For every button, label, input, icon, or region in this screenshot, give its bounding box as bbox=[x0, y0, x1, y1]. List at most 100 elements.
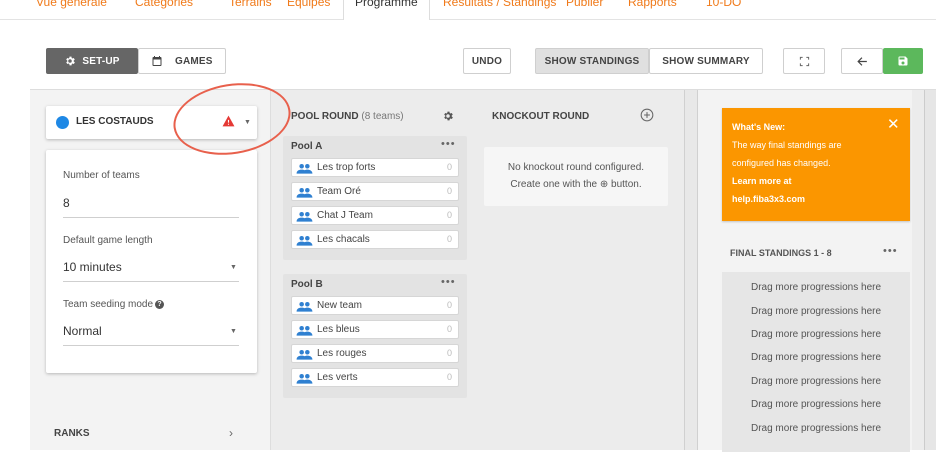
group-icon bbox=[296, 211, 313, 222]
seeding-label: Team seeding mode? bbox=[63, 299, 165, 310]
settings-card: Number of teams 8 Default game length 10… bbox=[46, 150, 257, 373]
team-name: Team Oré bbox=[317, 186, 361, 197]
games-button[interactable]: GAMES bbox=[138, 48, 226, 74]
team-name: Les rouges bbox=[317, 348, 367, 359]
nav-tab-overview[interactable]: Vue générale bbox=[36, 0, 107, 9]
scrollbar[interactable] bbox=[924, 90, 936, 450]
chevron-down-icon: ▼ bbox=[230, 264, 237, 271]
arrow-left-icon bbox=[856, 56, 867, 66]
team-name: Les verts bbox=[317, 372, 358, 383]
field-underline bbox=[63, 345, 239, 346]
fullscreen-button[interactable] bbox=[783, 48, 825, 74]
team-count: 0 bbox=[446, 348, 452, 358]
team-item[interactable]: New team 0 bbox=[291, 296, 459, 315]
team-name: Les chacals bbox=[317, 234, 370, 245]
final-standings-list: Drag more progressions here Drag more pr… bbox=[722, 272, 910, 452]
knockout-empty-state: No knockout round configured. Create one… bbox=[484, 147, 668, 206]
knockout-message-line1: No knockout round configured. bbox=[507, 162, 645, 173]
show-summary-button[interactable]: SHOW SUMMARY bbox=[649, 48, 763, 74]
seeding-select[interactable]: Normal bbox=[63, 324, 102, 338]
undo-button[interactable]: UNDO bbox=[463, 48, 511, 74]
gear-icon[interactable] bbox=[442, 110, 454, 122]
more-options-icon[interactable]: ••• bbox=[883, 245, 898, 257]
more-options-icon[interactable]: ••• bbox=[441, 138, 456, 150]
group-icon bbox=[296, 235, 313, 246]
group-icon bbox=[296, 187, 313, 198]
team-count: 0 bbox=[446, 210, 452, 220]
calendar-icon bbox=[152, 56, 162, 66]
team-item[interactable]: Les rouges 0 bbox=[291, 344, 459, 363]
knockout-message-line2: Create one with the ⊕ button. bbox=[510, 179, 642, 190]
group-icon bbox=[296, 349, 313, 360]
pool-card: Pool A ••• Les trop forts 0 Team Oré 0 C… bbox=[283, 136, 467, 260]
team-count: 0 bbox=[446, 234, 452, 244]
setup-button[interactable]: SET-UP bbox=[46, 48, 138, 74]
drop-zone[interactable]: Drag more progressions here bbox=[722, 376, 910, 387]
drop-zone[interactable]: Drag more progressions here bbox=[722, 423, 910, 434]
drop-zone[interactable]: Drag more progressions here bbox=[722, 306, 910, 317]
nav-tab-reports[interactable]: Rapports bbox=[628, 0, 677, 9]
nav-tab-teams[interactable]: Équipes bbox=[287, 0, 330, 9]
num-teams-field[interactable]: 8 bbox=[63, 196, 70, 210]
nav-tab-schedule[interactable]: Programme bbox=[343, 0, 430, 20]
team-item[interactable]: Les bleus 0 bbox=[291, 320, 459, 339]
drop-zone[interactable]: Drag more progressions here bbox=[722, 282, 910, 293]
nav-tab-todo[interactable]: 10-DO bbox=[706, 0, 741, 9]
nav-tab-courts[interactable]: Terrains bbox=[229, 0, 272, 9]
show-standings-button[interactable]: SHOW STANDINGS bbox=[535, 48, 649, 74]
pool-round-title: POOL ROUND (8 teams) bbox=[291, 111, 404, 122]
field-underline bbox=[63, 281, 239, 282]
team-name: Les bleus bbox=[317, 324, 360, 335]
pool-name: Pool A bbox=[291, 141, 323, 152]
team-name: Les trop forts bbox=[317, 162, 376, 173]
team-count: 0 bbox=[446, 324, 452, 334]
games-label: GAMES bbox=[175, 55, 213, 67]
team-item[interactable]: Team Oré 0 bbox=[291, 182, 459, 201]
team-selector-name: LES COSTAUDS bbox=[76, 116, 154, 127]
chevron-down-icon: ▼ bbox=[230, 328, 237, 335]
team-count: 0 bbox=[446, 162, 452, 172]
group-icon bbox=[296, 301, 313, 312]
whats-new-title: What's New: bbox=[732, 122, 786, 132]
ranks-section[interactable]: RANKS bbox=[54, 428, 90, 439]
knockout-round-title: KNOCKOUT ROUND bbox=[492, 111, 590, 122]
pool-name: Pool B bbox=[291, 279, 323, 290]
whats-new-notice: What's New: The way final standings are … bbox=[722, 108, 910, 221]
whats-new-text: configured has changed. bbox=[732, 158, 831, 168]
team-name: Chat J Team bbox=[317, 210, 373, 221]
pool-card: Pool B ••• New team 0 Les bleus 0 Les ro… bbox=[283, 274, 467, 398]
help-icon[interactable]: ? bbox=[155, 300, 165, 309]
nav-tab-results[interactable]: Résultats / Standings bbox=[443, 0, 556, 9]
num-teams-label: Number of teams bbox=[63, 170, 140, 181]
whats-new-text: The way final standings are bbox=[732, 140, 842, 150]
close-icon[interactable]: ✕ bbox=[887, 115, 900, 133]
drop-zone[interactable]: Drag more progressions here bbox=[722, 329, 910, 340]
group-icon bbox=[296, 325, 313, 336]
team-item[interactable]: Les chacals 0 bbox=[291, 230, 459, 249]
fullscreen-icon bbox=[799, 56, 809, 66]
team-item[interactable]: Chat J Team 0 bbox=[291, 206, 459, 225]
group-icon bbox=[296, 373, 313, 384]
save-icon bbox=[898, 56, 908, 66]
team-count: 0 bbox=[446, 300, 452, 310]
team-name: New team bbox=[317, 300, 363, 311]
panel-divider[interactable] bbox=[684, 90, 698, 450]
team-count: 0 bbox=[446, 186, 452, 196]
back-button[interactable] bbox=[841, 48, 883, 74]
gear-icon bbox=[66, 56, 76, 66]
team-item[interactable]: Les verts 0 bbox=[291, 368, 459, 387]
add-circle-icon[interactable] bbox=[640, 108, 654, 122]
nav-tab-publish[interactable]: Publier bbox=[566, 0, 603, 9]
game-length-select[interactable]: 10 minutes bbox=[63, 260, 122, 274]
drop-zone[interactable]: Drag more progressions here bbox=[722, 352, 910, 363]
save-button[interactable] bbox=[883, 48, 923, 74]
whats-new-text: Learn more at bbox=[732, 176, 792, 186]
chevron-right-icon[interactable]: › bbox=[229, 426, 233, 440]
help-link[interactable]: help.fiba3x3.com bbox=[732, 194, 805, 204]
drop-zone[interactable]: Drag more progressions here bbox=[722, 399, 910, 410]
group-icon bbox=[296, 163, 313, 174]
more-options-icon[interactable]: ••• bbox=[441, 276, 456, 288]
nav-tab-categories[interactable]: Catégories bbox=[135, 0, 193, 9]
team-count: 0 bbox=[446, 372, 452, 382]
team-item[interactable]: Les trop forts 0 bbox=[291, 158, 459, 177]
